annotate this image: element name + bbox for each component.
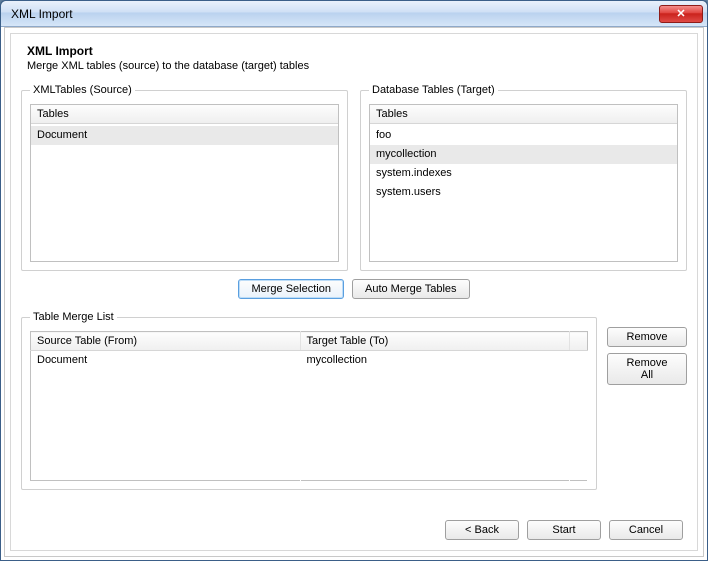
merge-source-cell: Document [31,351,301,371]
source-tables-list[interactable]: Tables Document [30,104,339,262]
titlebar: XML Import ✕ [1,1,707,27]
footer-buttons: < Back Start Cancel [445,520,683,540]
client-area: XML Import Merge XML tables (source) to … [4,27,704,557]
cancel-button[interactable]: Cancel [609,520,683,540]
close-button[interactable]: ✕ [659,5,703,23]
target-tables-legend: Database Tables (Target) [369,84,498,96]
merge-selection-button[interactable]: Merge Selection [238,279,344,299]
merge-list-group: Table Merge List Source Table (From) Tar… [21,311,597,490]
target-tables-header: Tables [370,105,677,124]
merge-target-cell: mycollection [300,351,570,371]
source-tables-group: XMLTables (Source) Tables Document [21,84,348,271]
target-tables-group: Database Tables (Target) Tables foomycol… [360,84,687,271]
auto-merge-button[interactable]: Auto Merge Tables [352,279,470,299]
list-item[interactable]: Document [31,126,338,145]
merge-col-source: Source Table (From) [31,332,301,351]
close-icon: ✕ [676,7,685,20]
remove-all-button[interactable]: Remove All [607,353,687,385]
window-title: XML Import [11,7,659,21]
merge-buttons-row: Merge Selection Auto Merge Tables [21,279,687,299]
list-item[interactable]: system.indexes [370,164,677,183]
back-button[interactable]: < Back [445,520,519,540]
content-panel: XML Import Merge XML tables (source) to … [10,33,698,551]
merge-list-table[interactable]: Source Table (From) Target Table (To) Do… [30,331,588,481]
merge-col-spacer [570,332,588,351]
list-item[interactable]: foo [370,126,677,145]
target-tables-list[interactable]: Tables foomycollectionsystem.indexessyst… [369,104,678,262]
page-subtitle: Merge XML tables (source) to the databas… [27,60,687,72]
list-item[interactable]: system.users [370,183,677,202]
page-title: XML Import [27,44,687,58]
merge-col-target: Target Table (To) [300,332,570,351]
source-tables-legend: XMLTables (Source) [30,84,135,96]
source-tables-header: Tables [31,105,338,124]
list-item[interactable]: mycollection [370,145,677,164]
table-row[interactable]: Document mycollection [31,351,588,371]
start-button[interactable]: Start [527,520,601,540]
dialog-window: XML Import ✕ XML Import Merge XML tables… [0,0,708,561]
remove-button[interactable]: Remove [607,327,687,347]
merge-list-legend: Table Merge List [30,311,117,323]
merge-list-side-buttons: Remove Remove All [607,311,687,385]
